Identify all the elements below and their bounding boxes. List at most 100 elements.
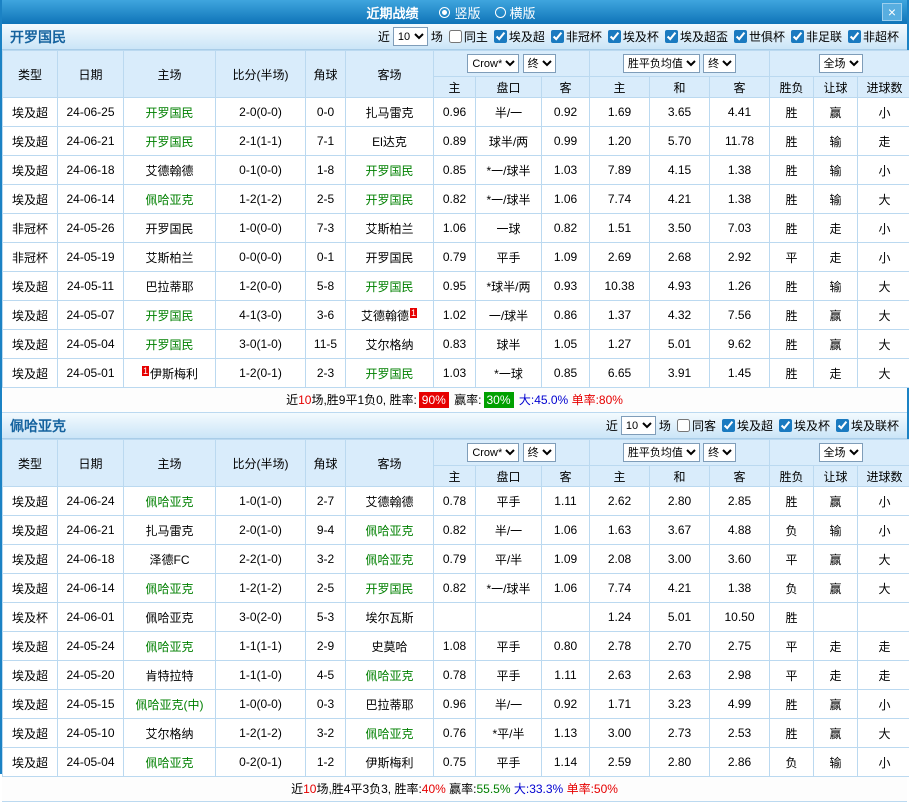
goals-result-cell: 小 bbox=[858, 214, 909, 243]
checkbox-input[interactable] bbox=[677, 419, 690, 432]
team-label: 佩哈亚克(中) bbox=[136, 698, 204, 712]
match-type-cell: 埃及超 bbox=[3, 98, 58, 127]
checkbox-input[interactable] bbox=[848, 30, 861, 43]
handicap-result-cell: 赢 bbox=[814, 690, 858, 719]
league-filter-checkbox[interactable]: 埃及杯 bbox=[779, 417, 830, 434]
league-filter-checkbox[interactable]: 非足联 bbox=[791, 28, 842, 45]
handicap-line-cell: 平手 bbox=[476, 632, 542, 661]
handicap-result-cell: 输 bbox=[814, 156, 858, 185]
col-header-away: 客场 bbox=[346, 440, 434, 487]
result-cell: 胜 bbox=[770, 330, 814, 359]
home-team-cell: 开罗国民 bbox=[124, 214, 216, 243]
checkbox-input[interactable] bbox=[722, 419, 735, 432]
draw-odds-cell: 5.01 bbox=[650, 603, 710, 632]
handicap-result-cell: 走 bbox=[814, 359, 858, 388]
layout-radio-vertical[interactable]: 竖版 bbox=[439, 3, 480, 22]
goals-result-cell: 小 bbox=[858, 516, 909, 545]
league-filter-checkbox[interactable]: 非冠杯 bbox=[551, 28, 602, 45]
corner-cell: 5-8 bbox=[306, 272, 346, 301]
close-icon[interactable]: × bbox=[882, 3, 902, 21]
team-label: 巴拉蒂耶 bbox=[365, 698, 413, 712]
handicap-odds-header: Crow* 终 bbox=[434, 51, 590, 77]
match-row: 埃及超24-05-10艾尔格纳1-2(1-2)3-2佩哈亚克0.76*平/半1.… bbox=[3, 719, 909, 748]
league-filter-checkbox[interactable]: 埃及超盃 bbox=[665, 28, 728, 45]
checkbox-input[interactable] bbox=[608, 30, 621, 43]
away-win-odds-cell: 4.41 bbox=[710, 98, 770, 127]
away-team-cell: 佩哈亚克 bbox=[346, 545, 434, 574]
score-cell: 1-2(0-1) bbox=[216, 359, 306, 388]
league-filter-checkbox[interactable]: 非超杯 bbox=[848, 28, 899, 45]
home-win-odds-cell: 2.08 bbox=[590, 545, 650, 574]
scope-select[interactable]: 全场 bbox=[819, 54, 863, 73]
rank-badge: 1 bbox=[142, 366, 149, 376]
checkbox-input[interactable] bbox=[449, 30, 462, 43]
europe-odds-select[interactable]: 胜平负均值 bbox=[623, 54, 700, 73]
recent-count-select[interactable]: 10 bbox=[393, 27, 428, 46]
checkbox-label: 同客 bbox=[692, 417, 716, 434]
section-header: 佩哈亚克 近 10 场 同客 埃及超埃及杯埃及联杯 bbox=[2, 413, 907, 439]
league-filter-checkbox[interactable]: 埃及超 bbox=[494, 28, 545, 45]
score-cell: 2-0(1-0) bbox=[216, 516, 306, 545]
col-header-away: 客场 bbox=[346, 51, 434, 98]
team-label: 开罗国民 bbox=[365, 164, 413, 178]
match-type-cell: 埃及超 bbox=[3, 661, 58, 690]
result-cell: 负 bbox=[770, 574, 814, 603]
handicap-away-odds-cell: 0.92 bbox=[542, 690, 590, 719]
match-row: 非冠杯24-05-26开罗国民1-0(0-0)7-3艾斯柏兰1.06一球0.82… bbox=[3, 214, 909, 243]
corner-cell: 0-0 bbox=[306, 98, 346, 127]
handicap-result-cell: 赢 bbox=[814, 487, 858, 516]
odds-company-select[interactable]: Crow* bbox=[467, 54, 519, 73]
europe-odds-select[interactable]: 胜平负均值 bbox=[623, 443, 700, 462]
same-venue-checkbox[interactable]: 同主 bbox=[449, 28, 488, 45]
goals-result-cell: 大 bbox=[858, 359, 909, 388]
league-filter-checkbox[interactable]: 埃及联杯 bbox=[836, 417, 899, 434]
home-win-odds-cell: 1.20 bbox=[590, 127, 650, 156]
checkbox-input[interactable] bbox=[779, 419, 792, 432]
home-team-cell: 开罗国民 bbox=[124, 301, 216, 330]
team-label: 佩哈亚克 bbox=[365, 524, 413, 538]
recent-count-select[interactable]: 10 bbox=[621, 416, 656, 435]
score-cell: 1-2(0-0) bbox=[216, 272, 306, 301]
away-win-odds-cell: 2.86 bbox=[710, 748, 770, 777]
same-venue-checkbox[interactable]: 同客 bbox=[677, 417, 716, 434]
odds-company-select[interactable]: Crow* bbox=[467, 443, 519, 462]
summary-segment: 场,胜4平3负3, 胜率: bbox=[316, 782, 421, 796]
handicap-home-odds-cell: 1.02 bbox=[434, 301, 476, 330]
match-date-cell: 24-06-14 bbox=[58, 185, 124, 214]
checkbox-input[interactable] bbox=[665, 30, 678, 43]
corner-cell: 9-4 bbox=[306, 516, 346, 545]
checkbox-input[interactable] bbox=[494, 30, 507, 43]
league-checkbox-group: 埃及超非冠杯埃及杯埃及超盃世俱杯非足联非超杯 bbox=[488, 28, 899, 45]
home-win-odds-cell: 1.24 bbox=[590, 603, 650, 632]
checkbox-label: 埃及联杯 bbox=[851, 417, 899, 434]
handicap-result-cell: 赢 bbox=[814, 719, 858, 748]
home-win-odds-cell: 7.74 bbox=[590, 574, 650, 603]
score-cell: 2-0(0-0) bbox=[216, 98, 306, 127]
odds-final-select[interactable]: 终 bbox=[523, 54, 556, 73]
europe-final-select[interactable]: 终 bbox=[703, 54, 736, 73]
home-win-odds-cell: 7.89 bbox=[590, 156, 650, 185]
away-win-odds-cell: 4.88 bbox=[710, 516, 770, 545]
result-cell: 胜 bbox=[770, 359, 814, 388]
summary-segment: 单率:50% bbox=[563, 782, 618, 796]
handicap-line-cell bbox=[476, 603, 542, 632]
scope-select[interactable]: 全场 bbox=[819, 443, 863, 462]
radio-label: 横版 bbox=[510, 3, 536, 22]
away-team-cell: 艾尔格纳 bbox=[346, 330, 434, 359]
goals-result-cell: 小 bbox=[858, 156, 909, 185]
checkbox-input[interactable] bbox=[836, 419, 849, 432]
draw-odds-cell: 4.32 bbox=[650, 301, 710, 330]
league-filter-checkbox[interactable]: 世俱杯 bbox=[734, 28, 785, 45]
checkbox-input[interactable] bbox=[734, 30, 747, 43]
summary-segment: 55.5% bbox=[477, 782, 511, 796]
europe-final-select[interactable]: 终 bbox=[703, 443, 736, 462]
league-filter-checkbox[interactable]: 埃及杯 bbox=[608, 28, 659, 45]
league-filter-checkbox[interactable]: 埃及超 bbox=[722, 417, 773, 434]
odds-final-select[interactable]: 终 bbox=[523, 443, 556, 462]
layout-radio-horizontal[interactable]: 横版 bbox=[495, 3, 536, 22]
corner-cell: 1-8 bbox=[306, 156, 346, 185]
handicap-line-cell: *一/球半 bbox=[476, 574, 542, 603]
checkbox-input[interactable] bbox=[551, 30, 564, 43]
checkbox-input[interactable] bbox=[791, 30, 804, 43]
match-row: 埃及超24-06-18泽德FC2-2(1-0)3-2佩哈亚克0.79平/半1.0… bbox=[3, 545, 909, 574]
